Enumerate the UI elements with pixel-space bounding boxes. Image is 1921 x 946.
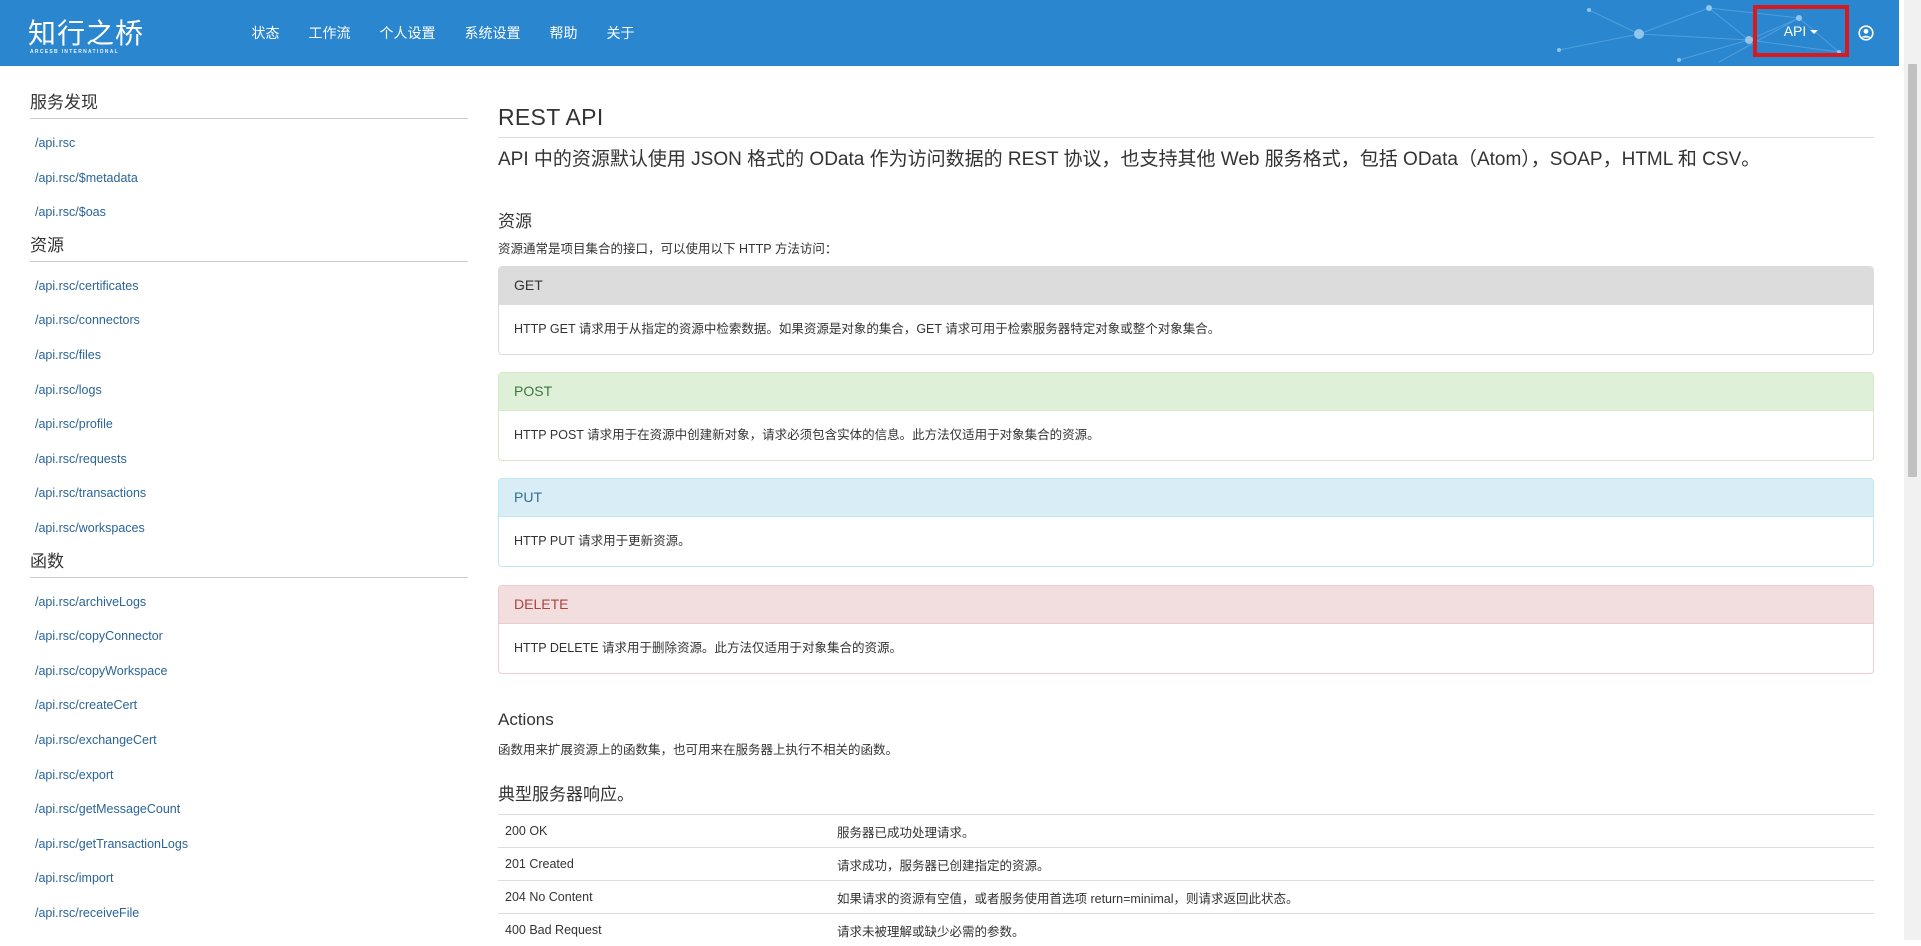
sidebar-link[interactable]: /api.rsc/createCert (30, 695, 468, 730)
method-panel-put: PUT HTTP PUT 请求用于更新资源。 (498, 478, 1874, 567)
method-name: POST (499, 373, 1873, 411)
status-description: 请求未被理解或缺少必需的参数。 (830, 914, 1874, 946)
sidebar-link[interactable]: /api.rsc/exchangeCert (30, 730, 468, 765)
sidebar-link[interactable]: /api.rsc/receiveFile (30, 903, 468, 938)
api-dropdown-label: API (1784, 23, 1807, 39)
sidebar-link[interactable]: /api.rsc/transactions (30, 483, 468, 518)
responses-heading: 典型服务器响应。 (498, 784, 634, 806)
sidebar-link[interactable]: /api.rsc/import (30, 868, 468, 903)
actions-description: 函数用来扩展资源上的函数集，也可用来在服务器上执行不相关的函数。 (498, 739, 898, 758)
brand-logo[interactable]: 知行之桥 ARCESB INTERNATIONAL (28, 12, 128, 58)
resources-description: 资源通常是项目集合的接口，可以使用以下 HTTP 方法访问： (498, 238, 837, 257)
api-sidebar: 服务发现 /api.rsc /api.rsc/$metadata /api.rs… (30, 92, 468, 943)
brand-tagline: ARCESB INTERNATIONAL (30, 49, 119, 55)
sidebar-section-resources: 资源 /api.rsc/certificates /api.rsc/connec… (30, 235, 468, 553)
sidebar-link-list: /api.rsc /api.rsc/$metadata /api.rsc/$oa… (30, 133, 468, 237)
sidebar-link[interactable]: /api.rsc/copyConnector (30, 626, 468, 661)
sidebar-link[interactable]: /api.rsc/profile (30, 414, 468, 449)
main-content: REST API API 中的资源默认使用 JSON 格式的 OData 作为访… (498, 104, 1874, 173)
method-description: HTTP DELETE 请求用于删除资源。此方法仅适用于对象集合的资源。 (499, 624, 1873, 673)
table-row: 201 Created 请求成功，服务器已创建指定的资源。 (498, 848, 1874, 881)
method-name: DELETE (499, 586, 1873, 624)
nav-item-settings[interactable]: 系统设置 (450, 0, 535, 66)
sidebar-heading: 资源 (30, 235, 468, 262)
method-description: HTTP POST 请求用于在资源中创建新对象，请求必须包含实体的信息。此方法仅… (499, 411, 1873, 460)
page-lead: API 中的资源默认使用 JSON 格式的 OData 作为访问数据的 REST… (498, 147, 1874, 173)
method-description: HTTP PUT 请求用于更新资源。 (499, 517, 1873, 566)
table-row: 200 OK 服务器已成功处理请求。 (498, 815, 1874, 848)
method-name: PUT (499, 479, 1873, 517)
sidebar-link-list: /api.rsc/archiveLogs /api.rsc/copyConnec… (30, 592, 468, 938)
status-description: 服务器已成功处理请求。 (830, 815, 1874, 848)
method-description: HTTP GET 请求用于从指定的资源中检索数据。如果资源是对象的集合，GET … (499, 305, 1873, 354)
nav-item-about[interactable]: 关于 (592, 0, 649, 66)
sidebar-heading: 函数 (30, 551, 468, 578)
nav-item-profile[interactable]: 个人设置 (365, 0, 450, 66)
sidebar-link[interactable]: /api.rsc/getMessageCount (30, 799, 468, 834)
responses-table: 200 OK 服务器已成功处理请求。 201 Created 请求成功，服务器已… (498, 814, 1874, 946)
resources-heading: 资源 (498, 211, 532, 233)
sidebar-heading: 服务发现 (30, 92, 468, 119)
brand-name: 知行之桥 (28, 12, 144, 52)
user-circle-icon[interactable] (1858, 25, 1874, 41)
caret-down-icon (1810, 30, 1818, 34)
method-panel-delete: DELETE HTTP DELETE 请求用于删除资源。此方法仅适用于对象集合的… (498, 585, 1874, 674)
status-description: 如果请求的资源有空值，或者服务使用首选项 return=minimal，则请求返… (830, 881, 1874, 914)
sidebar-link[interactable]: /api.rsc/files (30, 345, 468, 380)
sidebar-link[interactable]: /api.rsc/export (30, 765, 468, 800)
table-row: 204 No Content 如果请求的资源有空值，或者服务使用首选项 retu… (498, 881, 1874, 914)
sidebar-link[interactable]: /api.rsc/$metadata (30, 168, 468, 203)
nav-item-status[interactable]: 状态 (237, 0, 294, 66)
nav-item-help[interactable]: 帮助 (535, 0, 592, 66)
scrollbar-thumb[interactable] (1908, 64, 1917, 477)
sidebar-link[interactable]: /api.rsc/connectors (30, 310, 468, 345)
status-code: 201 Created (498, 848, 830, 881)
status-code: 204 No Content (498, 881, 830, 914)
main-nav: 状态 工作流 个人设置 系统设置 帮助 关于 (237, 0, 649, 66)
sidebar-link[interactable]: /api.rsc (30, 133, 468, 168)
method-panel-post: POST HTTP POST 请求用于在资源中创建新对象，请求必须包含实体的信息… (498, 372, 1874, 461)
method-name: GET (499, 267, 1873, 305)
page-title: REST API (498, 104, 1874, 138)
sidebar-link[interactable]: /api.rsc/logs (30, 380, 468, 415)
api-dropdown-button[interactable]: API (1753, 5, 1849, 57)
sidebar-link[interactable]: /api.rsc/certificates (30, 276, 468, 311)
status-code: 400 Bad Request (498, 914, 830, 946)
actions-heading: Actions (498, 709, 554, 731)
nav-item-workflow[interactable]: 工作流 (294, 0, 365, 66)
sidebar-section-discovery: 服务发现 /api.rsc /api.rsc/$metadata /api.rs… (30, 92, 468, 237)
sidebar-link[interactable]: /api.rsc/copyWorkspace (30, 661, 468, 696)
table-row: 400 Bad Request 请求未被理解或缺少必需的参数。 (498, 914, 1874, 946)
sidebar-link[interactable]: /api.rsc/getTransactionLogs (30, 834, 468, 869)
status-description: 请求成功，服务器已创建指定的资源。 (830, 848, 1874, 881)
page-scrollbar[interactable] (1904, 0, 1921, 940)
sidebar-section-functions: 函数 /api.rsc/archiveLogs /api.rsc/copyCon… (30, 551, 468, 938)
sidebar-link[interactable]: /api.rsc/workspaces (30, 518, 468, 553)
method-panel-get: GET HTTP GET 请求用于从指定的资源中检索数据。如果资源是对象的集合，… (498, 266, 1874, 355)
sidebar-link-list: /api.rsc/certificates /api.rsc/connector… (30, 276, 468, 553)
sidebar-link[interactable]: /api.rsc/archiveLogs (30, 592, 468, 627)
status-code: 200 OK (498, 815, 830, 848)
sidebar-link[interactable]: /api.rsc/$oas (30, 202, 468, 237)
top-navbar: 知行之桥 ARCESB INTERNATIONAL 状态 工作流 个人设置 系统… (0, 0, 1899, 66)
sidebar-link[interactable]: /api.rsc/requests (30, 449, 468, 484)
